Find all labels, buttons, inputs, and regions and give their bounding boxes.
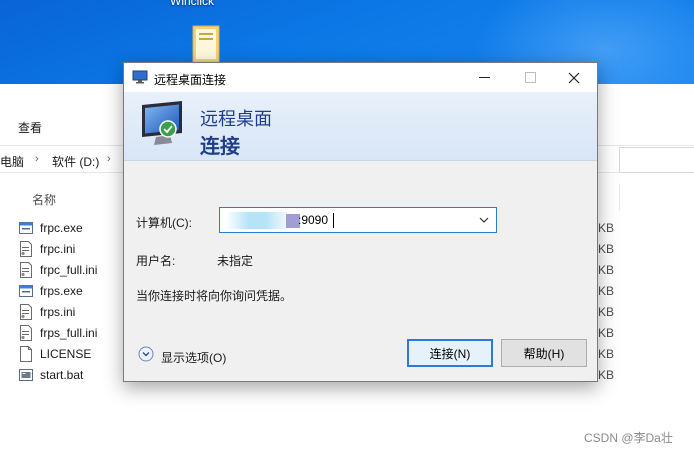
file-size-unit: KB bbox=[598, 284, 615, 298]
file-size-unit: KB bbox=[598, 368, 615, 382]
file-name: frpc.exe bbox=[40, 221, 83, 235]
chevron-right-icon: › bbox=[35, 153, 39, 165]
remote-desktop-icon bbox=[132, 70, 148, 84]
banner-subtitle: 远程桌面 bbox=[200, 109, 272, 129]
file-size-unit: KB bbox=[598, 305, 615, 319]
monitor-connect-icon bbox=[142, 101, 182, 145]
expand-options-icon[interactable] bbox=[138, 346, 154, 362]
close-icon bbox=[568, 72, 580, 83]
file-size-unit: KB bbox=[598, 347, 615, 361]
ini-file-icon bbox=[20, 325, 32, 341]
blank-file-icon bbox=[20, 346, 32, 362]
close-button[interactable] bbox=[551, 63, 597, 92]
file-size-unit: KB bbox=[598, 221, 615, 235]
file-name: LICENSE bbox=[40, 347, 92, 361]
column-divider bbox=[619, 184, 620, 210]
text-caret bbox=[333, 213, 334, 228]
computer-combobox[interactable]: :9090 bbox=[219, 207, 497, 233]
help-button[interactable]: 帮助(H) bbox=[501, 339, 587, 367]
minimize-icon bbox=[478, 77, 490, 78]
exe-icon bbox=[19, 285, 33, 297]
maximize-icon bbox=[524, 72, 536, 83]
bat-file-icon bbox=[19, 369, 33, 381]
watermark: CSDN @李Da壮 bbox=[584, 431, 673, 445]
file-name: frps.ini bbox=[40, 305, 76, 319]
ini-file-icon bbox=[20, 241, 32, 257]
dialog-titlebar[interactable]: 远程桌面连接 bbox=[124, 63, 597, 92]
file-size-unit: KB bbox=[598, 242, 615, 256]
username-label: 用户名: bbox=[136, 254, 176, 268]
file-size-unit: KB bbox=[598, 326, 615, 340]
dialog-banner: 远程桌面 连接 bbox=[124, 92, 597, 161]
chevron-down-icon[interactable] bbox=[478, 214, 490, 226]
username-value: 未指定 bbox=[217, 254, 254, 268]
search-box[interactable] bbox=[619, 147, 694, 173]
ini-file-icon bbox=[20, 262, 32, 278]
file-size-unit: KB bbox=[598, 263, 615, 277]
dialog-title: 远程桌面连接 bbox=[154, 73, 227, 87]
computer-label: 计算机(C): bbox=[136, 216, 192, 230]
remote-desktop-dialog: 远程桌面连接 远程桌面 连接 计算机(C)::9090 用户名: 未指定 当你… bbox=[123, 62, 598, 382]
redacted-address bbox=[226, 212, 292, 229]
ribbon-tab-view[interactable]: 查看 bbox=[18, 119, 42, 136]
folder-icon[interactable] bbox=[190, 24, 224, 64]
file-name: start.bat bbox=[40, 368, 84, 382]
show-options-link[interactable]: 显示选项(O) bbox=[161, 349, 226, 366]
file-name: frps.exe bbox=[40, 284, 83, 298]
computer-input-value: :9090 bbox=[298, 213, 329, 227]
exe-icon bbox=[19, 222, 33, 234]
connect-button[interactable]: 连接(N) bbox=[407, 339, 493, 367]
credentials-info: 当你连接时将向你询问凭据。 bbox=[136, 289, 293, 303]
file-name: frpc_full.ini bbox=[40, 263, 98, 277]
chevron-right-icon: › bbox=[107, 153, 111, 165]
file-name: frps_full.ini bbox=[40, 326, 98, 340]
banner-title: 连接 bbox=[200, 136, 240, 158]
file-name: frpc.ini bbox=[40, 242, 76, 256]
breadcrumb-this-pc[interactable]: 电脑 bbox=[0, 153, 24, 170]
column-header-name[interactable]: 名称 bbox=[32, 191, 56, 208]
breadcrumb-drive[interactable]: 软件 (D:) bbox=[52, 153, 99, 170]
desktop-icon-label[interactable]: Winclick bbox=[170, 0, 214, 8]
minimize-button[interactable] bbox=[461, 63, 507, 92]
ini-file-icon bbox=[20, 304, 32, 320]
maximize-button bbox=[507, 63, 553, 92]
